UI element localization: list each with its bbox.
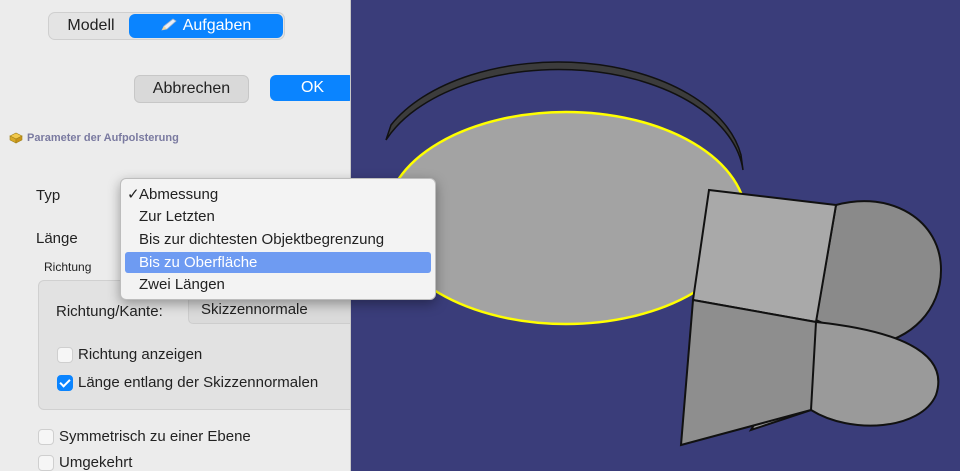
3d-model-view [384, 61, 943, 447]
box-top-face [691, 188, 838, 324]
cylinder-top-face [384, 110, 748, 326]
dropdown-item-label: Bis zu Oberfläche [139, 254, 258, 271]
dropdown-item-dichteste-begrenzung[interactable]: Bis zur dichtesten Objektbegrenzung [125, 229, 431, 250]
typ-label: Typ [36, 187, 61, 204]
typ-dropdown-menu[interactable]: ✓ Abmessung Zur Letzten Bis zur dichtest… [120, 178, 436, 300]
checkbox-box[interactable] [38, 455, 54, 471]
richtung-kante-select[interactable]: Skizzennormale [188, 296, 350, 324]
dropdown-item-label: Zur Letzten [139, 208, 215, 225]
checkbox-label: Länge entlang der Skizzennormalen [78, 374, 319, 391]
ok-button[interactable]: OK [270, 75, 350, 101]
tab-bar: Modell Aufgaben [0, 8, 350, 48]
checkbox-label: Symmetrisch zu einer Ebene [59, 428, 251, 445]
checkbox-label: Umgekehrt [59, 454, 133, 471]
pencil-icon [161, 18, 177, 31]
tab-aufgaben-label: Aufgaben [182, 17, 252, 34]
dropdown-item-label: Abmessung [139, 186, 219, 203]
checkmark-icon: ✓ [127, 186, 140, 203]
pad-icon [8, 130, 24, 147]
richtung-group-title: Richtung [44, 260, 92, 274]
checkbox-box[interactable] [57, 347, 73, 363]
checkbox-box-checked[interactable] [57, 375, 73, 391]
segmented-tabs: Modell Aufgaben [48, 12, 285, 40]
richtung-kante-label: Richtung/Kante: [56, 303, 163, 320]
dropdown-item-label: Zwei Längen [139, 276, 225, 293]
checkbox-label: Richtung anzeigen [78, 346, 203, 363]
dropdown-item-label: Bis zur dichtesten Objektbegrenzung [139, 231, 385, 248]
dropdown-item-bis-zu-oberflaeche[interactable]: Bis zu Oberfläche [125, 252, 431, 273]
dropdown-item-abmessung[interactable]: ✓ Abmessung [125, 184, 431, 205]
checkbox-box[interactable] [38, 429, 54, 445]
tab-modell[interactable]: Modell [55, 14, 127, 38]
cancel-button[interactable]: Abbrechen [134, 75, 249, 103]
section-title[interactable]: Parameter der Aufpolsterung [8, 130, 179, 147]
box-front-face [679, 298, 818, 447]
3d-viewport[interactable] [351, 0, 960, 471]
tab-aufgaben[interactable]: Aufgaben [129, 14, 283, 38]
laenge-label: Länge [36, 230, 78, 247]
dropdown-item-zwei-laengen[interactable]: Zwei Längen [125, 274, 431, 295]
section-title-text: Parameter der Aufpolsterung [27, 132, 179, 144]
dropdown-item-zur-letzten[interactable]: Zur Letzten [125, 206, 431, 227]
